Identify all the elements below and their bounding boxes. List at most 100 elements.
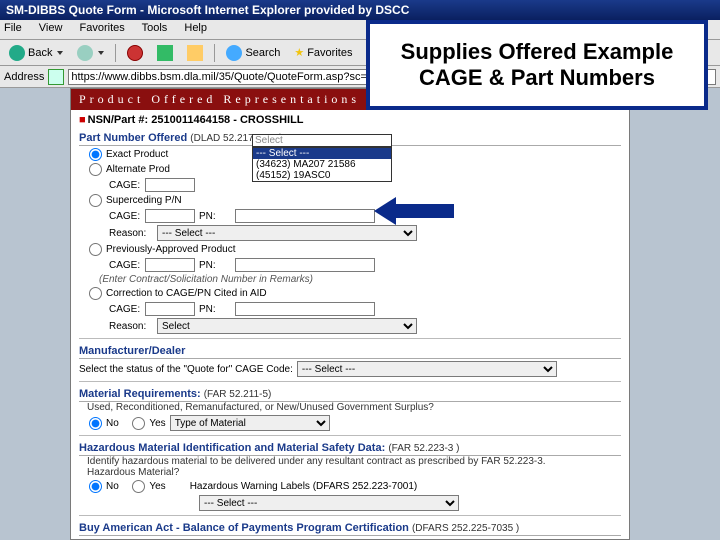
- callout-line2: CAGE & Part Numbers: [419, 65, 655, 91]
- corr-cage-input[interactable]: [145, 302, 195, 316]
- favorites-label: Favorites: [307, 47, 352, 59]
- reason-label: Reason:: [109, 228, 153, 239]
- search-icon: [226, 45, 242, 61]
- pn-label: PN:: [199, 260, 231, 271]
- pn-label: PN:: [199, 304, 231, 315]
- material-yes-radio[interactable]: [132, 417, 145, 430]
- dropdown-value[interactable]: Select: [252, 134, 392, 147]
- star-icon: ★: [294, 46, 304, 59]
- cage-label: CAGE:: [109, 180, 141, 191]
- window-titlebar: SM-DIBBS Quote Form - Microsoft Internet…: [0, 0, 720, 20]
- hazmat-text: Identify hazardous material to be delive…: [87, 456, 621, 467]
- separator: [79, 435, 621, 436]
- heading-text: Part Number Offered: [79, 132, 187, 144]
- corr-label: Correction to CAGE/PN Cited in AID: [106, 288, 267, 299]
- nsn-label: NSN/Part #:: [88, 114, 149, 126]
- exact-label: Exact Product: [106, 149, 168, 160]
- exact-product-radio[interactable]: [89, 148, 102, 161]
- window-title: SM-DIBBS Quote Form - Microsoft Internet…: [6, 3, 409, 17]
- manufacturer-heading: Manufacturer/Dealer: [79, 345, 621, 359]
- material-type-select[interactable]: Type of Material: [170, 415, 330, 431]
- separator: [79, 381, 621, 382]
- prev-note: (Enter Contract/Solicitation Number in R…: [99, 274, 621, 285]
- back-button[interactable]: Back: [4, 43, 68, 63]
- material-heading: Material Requirements: (FAR 52.211-5): [79, 388, 621, 402]
- no-label: No: [106, 418, 119, 429]
- prev-pn-input[interactable]: [235, 258, 375, 272]
- separator: [115, 44, 116, 62]
- alt-cage-input[interactable]: [145, 178, 195, 192]
- heading-text: Buy American Act - Balance of Payments P…: [79, 522, 409, 534]
- hazmat-q: Hazardous Material?: [87, 467, 621, 478]
- menu-tools[interactable]: Tools: [142, 22, 168, 34]
- annotation-callout: Supplies Offered Example CAGE & Part Num…: [366, 20, 708, 110]
- stop-button[interactable]: [122, 43, 148, 63]
- reason-select[interactable]: --- Select ---: [157, 225, 417, 241]
- menu-help[interactable]: Help: [184, 22, 207, 34]
- stop-icon: [127, 45, 143, 61]
- callout-line1: Supplies Offered Example: [401, 39, 674, 65]
- cage-label: CAGE:: [109, 260, 141, 271]
- buy-american-heading: Buy American Act - Balance of Payments P…: [79, 522, 621, 536]
- sup-cage-input[interactable]: [145, 209, 195, 223]
- heading-ref: (FAR 52.211-5): [204, 389, 272, 400]
- part-select-dropdown[interactable]: Select --- Select --- (34623) MA207 2158…: [252, 134, 392, 182]
- heading-text: Hazardous Material Identification and Ma…: [79, 442, 385, 454]
- nsn-value: 2510011464158 - CROSSHILL: [151, 114, 303, 126]
- cage-label: CAGE:: [109, 304, 141, 315]
- favorites-button[interactable]: ★Favorites: [289, 44, 357, 61]
- yes-label: Yes: [149, 418, 165, 429]
- refresh-icon: [157, 45, 173, 61]
- refresh-button[interactable]: [152, 43, 178, 63]
- separator: [79, 515, 621, 516]
- forward-button[interactable]: [72, 43, 109, 63]
- haz-labels-select[interactable]: --- Select ---: [199, 495, 459, 511]
- corr-reason-select[interactable]: Select: [157, 318, 417, 334]
- back-icon: [9, 45, 25, 61]
- prev-label: Previously-Approved Product: [106, 244, 236, 255]
- home-button[interactable]: [182, 43, 208, 63]
- dropdown-option-1[interactable]: (34623) MA207 21586: [253, 159, 391, 170]
- prev-cage-input[interactable]: [145, 258, 195, 272]
- hazmat-yes-radio[interactable]: [132, 480, 145, 493]
- menu-view[interactable]: View: [39, 22, 63, 34]
- sup-pn-input[interactable]: [235, 209, 375, 223]
- hazmat-heading: Hazardous Material Identification and Ma…: [79, 442, 621, 456]
- search-label: Search: [245, 47, 280, 59]
- material-no-radio[interactable]: [89, 417, 102, 430]
- alt-label: Alternate Prod: [106, 164, 170, 175]
- separator: [214, 44, 215, 62]
- manufacturer-select[interactable]: --- Select ---: [297, 361, 557, 377]
- separator: [79, 338, 621, 339]
- heading-ref: (DFARS 252.225-7035 ): [412, 523, 519, 534]
- corr-pn-input[interactable]: [235, 302, 375, 316]
- chevron-down-icon: [57, 51, 63, 55]
- manu-text: Select the status of the "Quote for" CAG…: [79, 364, 293, 375]
- back-label: Back: [28, 47, 52, 59]
- address-label: Address: [4, 71, 44, 83]
- menu-favorites[interactable]: Favorites: [80, 22, 125, 34]
- search-button[interactable]: Search: [221, 43, 285, 63]
- prev-approved-radio[interactable]: [89, 243, 102, 256]
- home-icon: [187, 45, 203, 61]
- heading-ref: (FAR 52.223-3 ): [388, 443, 459, 454]
- correction-radio[interactable]: [89, 287, 102, 300]
- nsn-line: ■NSN/Part #: 2510011464158 - CROSSHILL: [79, 114, 621, 126]
- cage-label: CAGE:: [109, 211, 141, 222]
- haz-labels-text: Hazardous Warning Labels (DFARS 252.223-…: [190, 481, 418, 492]
- heading-text: Material Requirements:: [79, 388, 201, 400]
- superceding-radio[interactable]: [89, 194, 102, 207]
- material-text: Used, Reconditioned, Remanufactured, or …: [87, 402, 621, 413]
- pn-label: PN:: [199, 211, 231, 222]
- reason-label: Reason:: [109, 321, 153, 332]
- hazmat-no-radio[interactable]: [89, 480, 102, 493]
- dropdown-option-2[interactable]: (45152) 19ASC0: [253, 170, 391, 181]
- forward-icon: [77, 45, 93, 61]
- sup-label: Superceding P/N: [106, 195, 182, 206]
- menu-file[interactable]: File: [4, 22, 22, 34]
- alternate-product-radio[interactable]: [89, 163, 102, 176]
- page-icon: [48, 69, 64, 85]
- no-label: No: [106, 481, 119, 492]
- dropdown-option-none[interactable]: --- Select ---: [253, 148, 391, 159]
- chevron-down-icon: [98, 51, 104, 55]
